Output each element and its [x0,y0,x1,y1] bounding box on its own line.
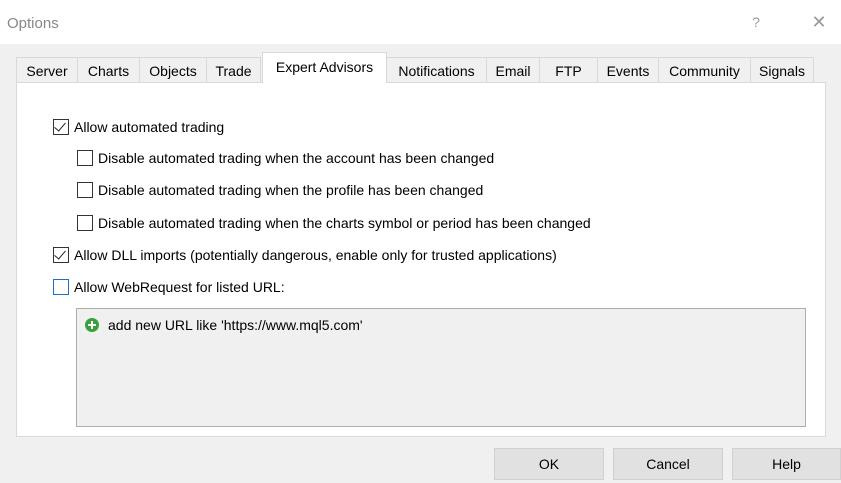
tab-signals[interactable]: Signals [750,57,814,83]
allow-dll-imports-option[interactable]: Allow DLL imports (potentially dangerous… [53,245,557,265]
allow-webrequest-checkbox[interactable] [53,279,69,295]
disable-on-symbol-change-label: Disable automated trading when the chart… [98,215,591,231]
tab-expert-advisors[interactable]: Expert Advisors [262,52,387,83]
allow-dll-imports-label: Allow DLL imports (potentially dangerous… [74,247,557,263]
help-button[interactable]: Help [732,448,841,480]
checkmark-icon [54,119,66,132]
tab-ftp[interactable]: FTP [539,57,598,83]
url-list[interactable]: add new URL like 'https://www.mql5.com' [76,308,806,427]
disable-on-profile-change-option[interactable]: Disable automated trading when the profi… [77,180,483,200]
tab-objects[interactable]: Objects [139,57,207,83]
allow-automated-trading-label: Allow automated trading [74,119,225,135]
disable-on-account-change-checkbox[interactable] [77,150,93,166]
help-title-button[interactable]: ? [748,14,764,32]
disable-on-account-change-label: Disable automated trading when the accou… [98,150,495,166]
tab-community[interactable]: Community [658,57,751,83]
options-dialog: Options ? ✕ Server Charts Objects Trade … [0,0,841,483]
disable-on-profile-change-label: Disable automated trading when the profi… [98,182,484,198]
tab-trade[interactable]: Trade [206,57,261,83]
add-url-label[interactable]: add new URL like 'https://www.mql5.com' [108,317,363,333]
title-bar: Options ? ✕ [0,0,841,44]
disable-on-symbol-change-checkbox[interactable] [77,215,93,231]
allow-dll-imports-checkbox[interactable] [53,247,69,263]
add-url-row[interactable]: add new URL like 'https://www.mql5.com' [85,316,363,334]
tab-strip: Server Charts Objects Trade Expert Advis… [16,52,826,83]
allow-webrequest-option[interactable]: Allow WebRequest for listed URL: [53,277,285,297]
ok-button[interactable]: OK [494,448,604,480]
window-title: Options [7,15,59,32]
allow-automated-trading-checkbox[interactable] [53,119,69,135]
tab-charts[interactable]: Charts [77,57,140,83]
add-circle-icon[interactable] [85,318,99,332]
disable-on-profile-change-checkbox[interactable] [77,182,93,198]
cancel-button[interactable]: Cancel [613,448,723,480]
tab-server[interactable]: Server [16,57,78,83]
tab-email[interactable]: Email [486,57,540,83]
tab-events[interactable]: Events [597,57,659,83]
allow-webrequest-label: Allow WebRequest for listed URL: [74,279,285,295]
tab-notifications[interactable]: Notifications [386,57,487,83]
disable-on-symbol-change-option[interactable]: Disable automated trading when the chart… [77,213,591,233]
checkmark-icon [54,247,66,260]
allow-automated-trading-option[interactable]: Allow automated trading [53,117,224,137]
close-icon[interactable]: ✕ [808,11,830,33]
disable-on-account-change-option[interactable]: Disable automated trading when the accou… [77,148,494,168]
